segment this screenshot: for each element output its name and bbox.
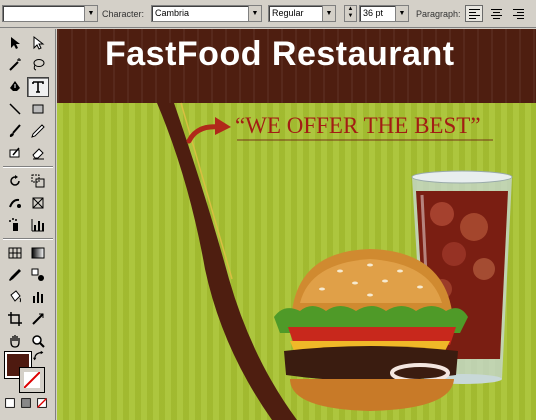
font-size-value: 36 pt — [363, 8, 384, 18]
free-transform-tool-icon[interactable] — [27, 193, 49, 213]
tagline-text[interactable]: “WE OFFER THE BEST” — [235, 113, 481, 139]
font-style-select[interactable]: Regular ▼ — [268, 5, 336, 22]
eraser-tool-icon[interactable] — [27, 143, 49, 163]
symbol-sprayer-tool-icon[interactable] — [4, 215, 26, 235]
lasso-tool-icon[interactable] — [27, 55, 49, 75]
scale-tool-icon[interactable] — [27, 171, 49, 191]
line-tool-icon[interactable] — [4, 99, 26, 119]
mesh-tool-icon[interactable] — [4, 243, 26, 263]
font-size-stepper[interactable]: ▲ ▼ — [344, 5, 357, 22]
font-size-field[interactable]: 36 pt ▼ — [359, 5, 409, 22]
blob-brush-tool-icon[interactable] — [4, 143, 26, 163]
align-left-button[interactable] — [465, 5, 483, 22]
slice-tool-icon[interactable] — [27, 309, 49, 329]
paragraph-label: Paragraph: — [416, 9, 461, 19]
pen-tool-icon[interactable] — [4, 77, 26, 97]
font-family-value: Cambria — [155, 8, 190, 18]
chevron-down-icon[interactable]: ▼ — [395, 6, 408, 21]
align-right-button[interactable] — [509, 5, 527, 22]
live-paint-bucket-tool-icon[interactable] — [4, 287, 26, 307]
gradient-tool-icon[interactable] — [27, 243, 49, 263]
artboard-crop-tool-icon[interactable] — [4, 309, 26, 329]
direct-selection-tool-icon[interactable] — [27, 33, 49, 53]
chevron-down-icon[interactable]: ▼ — [322, 6, 335, 21]
gradient-mode-icon[interactable] — [19, 396, 33, 410]
font-family-select[interactable]: Cambria ▼ — [151, 5, 262, 22]
chevron-down-icon[interactable]: ▼ — [84, 6, 97, 21]
tagline-underline — [237, 139, 493, 141]
font-style-value: Regular — [272, 8, 304, 18]
pencil-tool-icon[interactable] — [27, 121, 49, 141]
control-bar: ▼ Character: Cambria ▼ Regular ▼ ▲ ▼ 36 p… — [0, 0, 536, 28]
blend-tool-icon[interactable] — [27, 265, 49, 285]
color-mode-icon[interactable] — [3, 396, 17, 410]
headline-text[interactable]: FastFood Restaurant — [105, 35, 455, 74]
graph-tool-icon[interactable] — [27, 287, 49, 307]
toolbox-divider — [3, 238, 53, 240]
burger-illustration — [274, 249, 468, 411]
rotate-tool-icon[interactable] — [4, 171, 26, 191]
selection-field[interactable]: ▼ — [2, 5, 98, 22]
selection-tool-icon[interactable] — [4, 33, 26, 53]
toolbox — [0, 29, 56, 420]
warp-tool-icon[interactable] — [4, 193, 26, 213]
toolbox-divider — [3, 166, 53, 168]
stroke-color-swatch[interactable] — [19, 367, 45, 393]
align-center-button[interactable] — [487, 5, 505, 22]
type-tool-icon[interactable] — [27, 77, 49, 97]
column-graph-tool-icon[interactable] — [27, 215, 49, 235]
artboard-canvas[interactable]: FastFood Restaurant “WE OFFER THE BEST” — [57, 29, 536, 420]
rectangle-tool-icon[interactable] — [27, 99, 49, 119]
character-label: Character: — [102, 9, 145, 19]
chevron-down-icon[interactable]: ▼ — [248, 6, 261, 21]
swap-colors-icon[interactable] — [32, 349, 46, 363]
paintbrush-tool-icon[interactable] — [4, 121, 26, 141]
none-mode-icon[interactable] — [35, 396, 49, 410]
magic-wand-tool-icon[interactable] — [4, 55, 26, 75]
hand-tool-icon[interactable] — [4, 331, 26, 351]
eyedropper-tool-icon[interactable] — [4, 265, 26, 285]
